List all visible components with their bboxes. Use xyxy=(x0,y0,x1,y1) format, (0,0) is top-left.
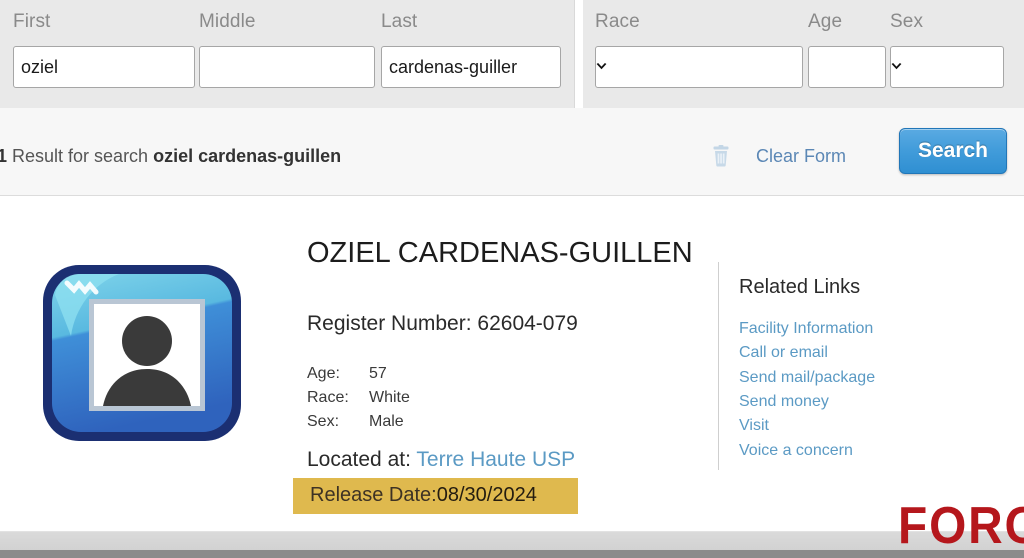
label-sex: Sex xyxy=(890,11,924,32)
related-link-call-or-email[interactable]: Call or email xyxy=(739,341,969,365)
attribute-value-race: White xyxy=(369,389,410,406)
inmate-attributes: Age: 57 Race: White Sex: Male xyxy=(307,365,410,437)
label-race: Race xyxy=(595,11,640,32)
result-query-text: oziel cardenas-guillen xyxy=(153,146,342,166)
search-input-first[interactable] xyxy=(13,46,195,88)
bottom-bar xyxy=(0,531,1024,550)
person-photo-placeholder-icon xyxy=(35,259,253,447)
related-links-section: Related Links Facility Information Call … xyxy=(739,276,969,463)
search-select-race[interactable] xyxy=(595,46,803,88)
page-root: First Middle Last Race Age Sex xyxy=(0,0,1024,558)
release-date-value: 08/30/2024 xyxy=(436,484,537,506)
result-summary-bar: 1 Result for search oziel cardenas-guill… xyxy=(0,108,1024,196)
bottom-shadow xyxy=(0,550,1024,558)
clear-form-label: Clear Form xyxy=(756,145,847,166)
search-input-age[interactable] xyxy=(808,46,886,88)
trash-icon xyxy=(711,145,731,167)
result-count-text: 1 Result for search oziel cardenas-guill… xyxy=(0,146,341,167)
located-at-line: Located at: Terre Haute USP xyxy=(307,448,575,472)
search-form: First Middle Last Race Age Sex xyxy=(0,0,1024,108)
release-date-highlight: Release Date:08/30/2024 xyxy=(293,478,578,514)
foro-watermark: FORO xyxy=(898,497,1024,555)
attribute-value-age: 57 xyxy=(369,365,387,382)
related-link-voice-a-concern[interactable]: Voice a concern xyxy=(739,439,969,463)
label-age: Age xyxy=(808,11,843,32)
related-link-send-mail-package[interactable]: Send mail/package xyxy=(739,366,969,390)
attribute-row-race: Race: White xyxy=(307,389,410,413)
clear-form-button[interactable]: Clear Form xyxy=(711,145,846,167)
release-date-label: Release Date: xyxy=(310,484,437,506)
attribute-row-age: Age: 57 xyxy=(307,365,410,389)
attribute-value-sex: Male xyxy=(369,413,404,430)
related-link-send-money[interactable]: Send money xyxy=(739,390,969,414)
attribute-key-sex: Sex: xyxy=(307,413,340,430)
attribute-row-sex: Sex: Male xyxy=(307,413,410,437)
search-input-last[interactable] xyxy=(381,46,561,88)
result-count-suffix: Result for search xyxy=(7,146,154,166)
located-at-label: Located at: xyxy=(307,448,411,471)
attribute-key-race: Race: xyxy=(307,389,349,406)
search-select-sex[interactable] xyxy=(890,46,1004,88)
facility-link[interactable]: Terre Haute USP xyxy=(416,448,575,471)
related-link-visit[interactable]: Visit xyxy=(739,414,969,438)
attribute-key-age: Age: xyxy=(307,365,340,382)
search-input-middle[interactable] xyxy=(199,46,375,88)
label-last: Last xyxy=(381,11,418,32)
search-button[interactable]: Search xyxy=(899,128,1007,174)
label-middle: Middle xyxy=(199,11,256,32)
register-number-value: 62604-079 xyxy=(477,312,578,335)
inmate-result-card: OZIEL CARDENAS-GUILLEN Register Number: … xyxy=(0,197,1024,531)
inmate-name: OZIEL CARDENAS-GUILLEN xyxy=(307,237,693,269)
vertical-divider xyxy=(718,262,719,470)
register-number-label: Register Number: xyxy=(307,312,472,335)
result-count-number: 1 xyxy=(0,146,8,166)
label-first: First xyxy=(13,11,51,32)
related-link-facility-information[interactable]: Facility Information xyxy=(739,317,969,341)
related-links-title: Related Links xyxy=(739,276,861,298)
register-number-line: Register Number: 62604-079 xyxy=(307,312,578,336)
